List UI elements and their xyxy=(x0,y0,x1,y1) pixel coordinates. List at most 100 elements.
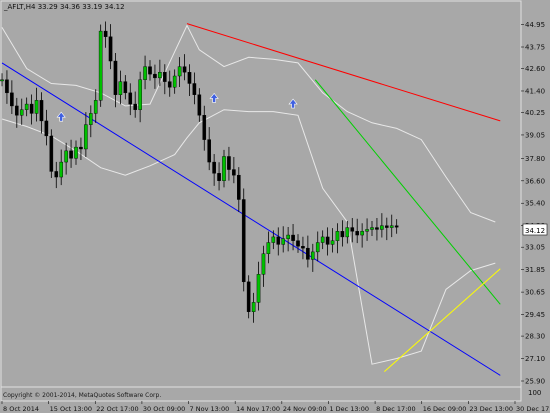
candle-body xyxy=(365,229,369,232)
candle-body xyxy=(197,94,202,116)
y-tick-label: 36.60 xyxy=(525,177,545,185)
candle-body xyxy=(360,231,364,236)
candle-body xyxy=(167,81,172,88)
candle-body xyxy=(325,236,330,245)
y-tick-label: 30.65 xyxy=(525,289,545,297)
candle-body xyxy=(301,246,305,249)
y-tick-label: 41.40 xyxy=(525,87,545,95)
candle-body xyxy=(162,72,167,82)
indicator-panel-text: Copyright © 2001-2014, MetaQuotes Softwa… xyxy=(3,392,161,399)
candle-body xyxy=(74,146,78,159)
candle-body xyxy=(261,253,266,275)
candle-body xyxy=(251,302,256,312)
candle-body xyxy=(118,81,123,95)
candle-body xyxy=(246,281,251,312)
candle-body xyxy=(138,79,142,110)
x-tick-label: 8 Oct 2014 xyxy=(3,405,39,413)
candle-body xyxy=(113,60,118,95)
y-tick-label: 37.80 xyxy=(525,155,545,163)
candle-body xyxy=(306,247,310,260)
candle-body xyxy=(217,173,221,181)
x-tick-label: 23 Dec 13:00 xyxy=(469,405,513,413)
y-tick-label: 35.40 xyxy=(525,200,545,208)
candle-body xyxy=(389,225,394,228)
x-tick-label: 24 Nov 09:00 xyxy=(283,405,327,413)
y-tick-label: 39.05 xyxy=(525,131,545,139)
y-tick-label: 27.10 xyxy=(525,355,545,363)
candle-body xyxy=(34,100,39,114)
candle-body xyxy=(202,115,207,140)
candle-body xyxy=(133,103,138,110)
y-tick-label: 42.60 xyxy=(525,65,545,73)
candle-body xyxy=(320,236,325,243)
y-tick-label: 43.75 xyxy=(525,44,545,52)
candle-body xyxy=(291,234,295,241)
candle-body xyxy=(0,79,4,82)
candle-body xyxy=(49,135,54,172)
x-tick-label: 15 Oct 13:00 xyxy=(50,405,92,413)
candle-body xyxy=(192,83,197,95)
candle-body xyxy=(370,227,374,230)
candle-body xyxy=(44,120,49,137)
candle-body xyxy=(148,66,152,75)
candle-body xyxy=(108,36,113,62)
candle-body xyxy=(345,227,350,238)
candle-body xyxy=(128,92,133,105)
candle-body xyxy=(340,231,345,238)
x-tick-label: 30 Dec 17:00 xyxy=(516,405,550,413)
price-chart: Copyright © 2001-2014, MetaQuotes Softwa… xyxy=(0,0,550,413)
candle-body xyxy=(39,100,44,122)
x-tick-label: 30 Oct 09:00 xyxy=(143,405,185,413)
x-axis: 8 Oct 2014 15 Oct 13:00 22 Oct 17:00 30 Oct… xyxy=(1,401,550,413)
x-tick-label: 1 Dec 13:00 xyxy=(329,405,369,413)
candle-body xyxy=(222,156,226,181)
candle-body xyxy=(24,103,29,110)
candle-body xyxy=(394,225,399,228)
chart-title: _AFLT,H4 33.29 34.36 33.19 34.12 xyxy=(3,3,125,11)
candle-body xyxy=(143,66,147,80)
candle-body xyxy=(54,171,59,178)
candle-body xyxy=(296,240,300,247)
candle-body xyxy=(232,169,236,176)
candle-body xyxy=(88,113,93,125)
candle-body xyxy=(172,75,177,88)
candle-body xyxy=(14,105,19,116)
candle-body xyxy=(380,225,384,230)
x-tick-label: 22 Oct 17:00 xyxy=(96,405,138,413)
candle-body xyxy=(266,242,271,254)
y-tick-label: 28.30 xyxy=(525,333,545,341)
candle-body xyxy=(281,238,286,245)
y-tick-label: 29.45 xyxy=(525,311,545,319)
candle-body xyxy=(182,66,187,73)
candle-body xyxy=(5,79,9,94)
candle-body xyxy=(315,242,320,253)
plot-area xyxy=(0,0,522,388)
y-axis: 44.95 43.75 42.60 41.40 40.25 39.05 37.80 36.60… xyxy=(521,21,545,386)
y-tick-label: 31.85 xyxy=(525,266,545,274)
chart-window: Copyright © 2001-2014, MetaQuotes Softwa… xyxy=(0,0,550,413)
candle-body xyxy=(241,199,246,283)
candle-body xyxy=(276,236,281,245)
current-price-label: 34.12 xyxy=(525,227,545,235)
x-tick-label: 7 Nov 13:00 xyxy=(190,405,230,413)
candle-body xyxy=(355,231,360,236)
indicator-panel-value: 100 xyxy=(528,389,541,397)
candle-body xyxy=(330,240,335,245)
candle-body xyxy=(84,124,88,150)
candle-body xyxy=(187,72,192,84)
candle-body xyxy=(103,30,108,37)
y-tick-label: 33.05 xyxy=(525,244,545,252)
candle-body xyxy=(207,139,212,163)
candle-body xyxy=(350,227,355,232)
x-tick-label: 16 Dec 09:00 xyxy=(423,405,467,413)
candle-body xyxy=(271,236,276,243)
candle-body xyxy=(375,227,379,230)
candle-body xyxy=(158,72,162,79)
candle-body xyxy=(227,156,231,170)
candle-body xyxy=(64,150,68,163)
candle-body xyxy=(98,30,103,101)
candle-body xyxy=(59,161,63,178)
candle-body xyxy=(236,174,241,200)
candle-body xyxy=(153,73,157,79)
candle-body xyxy=(29,103,34,114)
